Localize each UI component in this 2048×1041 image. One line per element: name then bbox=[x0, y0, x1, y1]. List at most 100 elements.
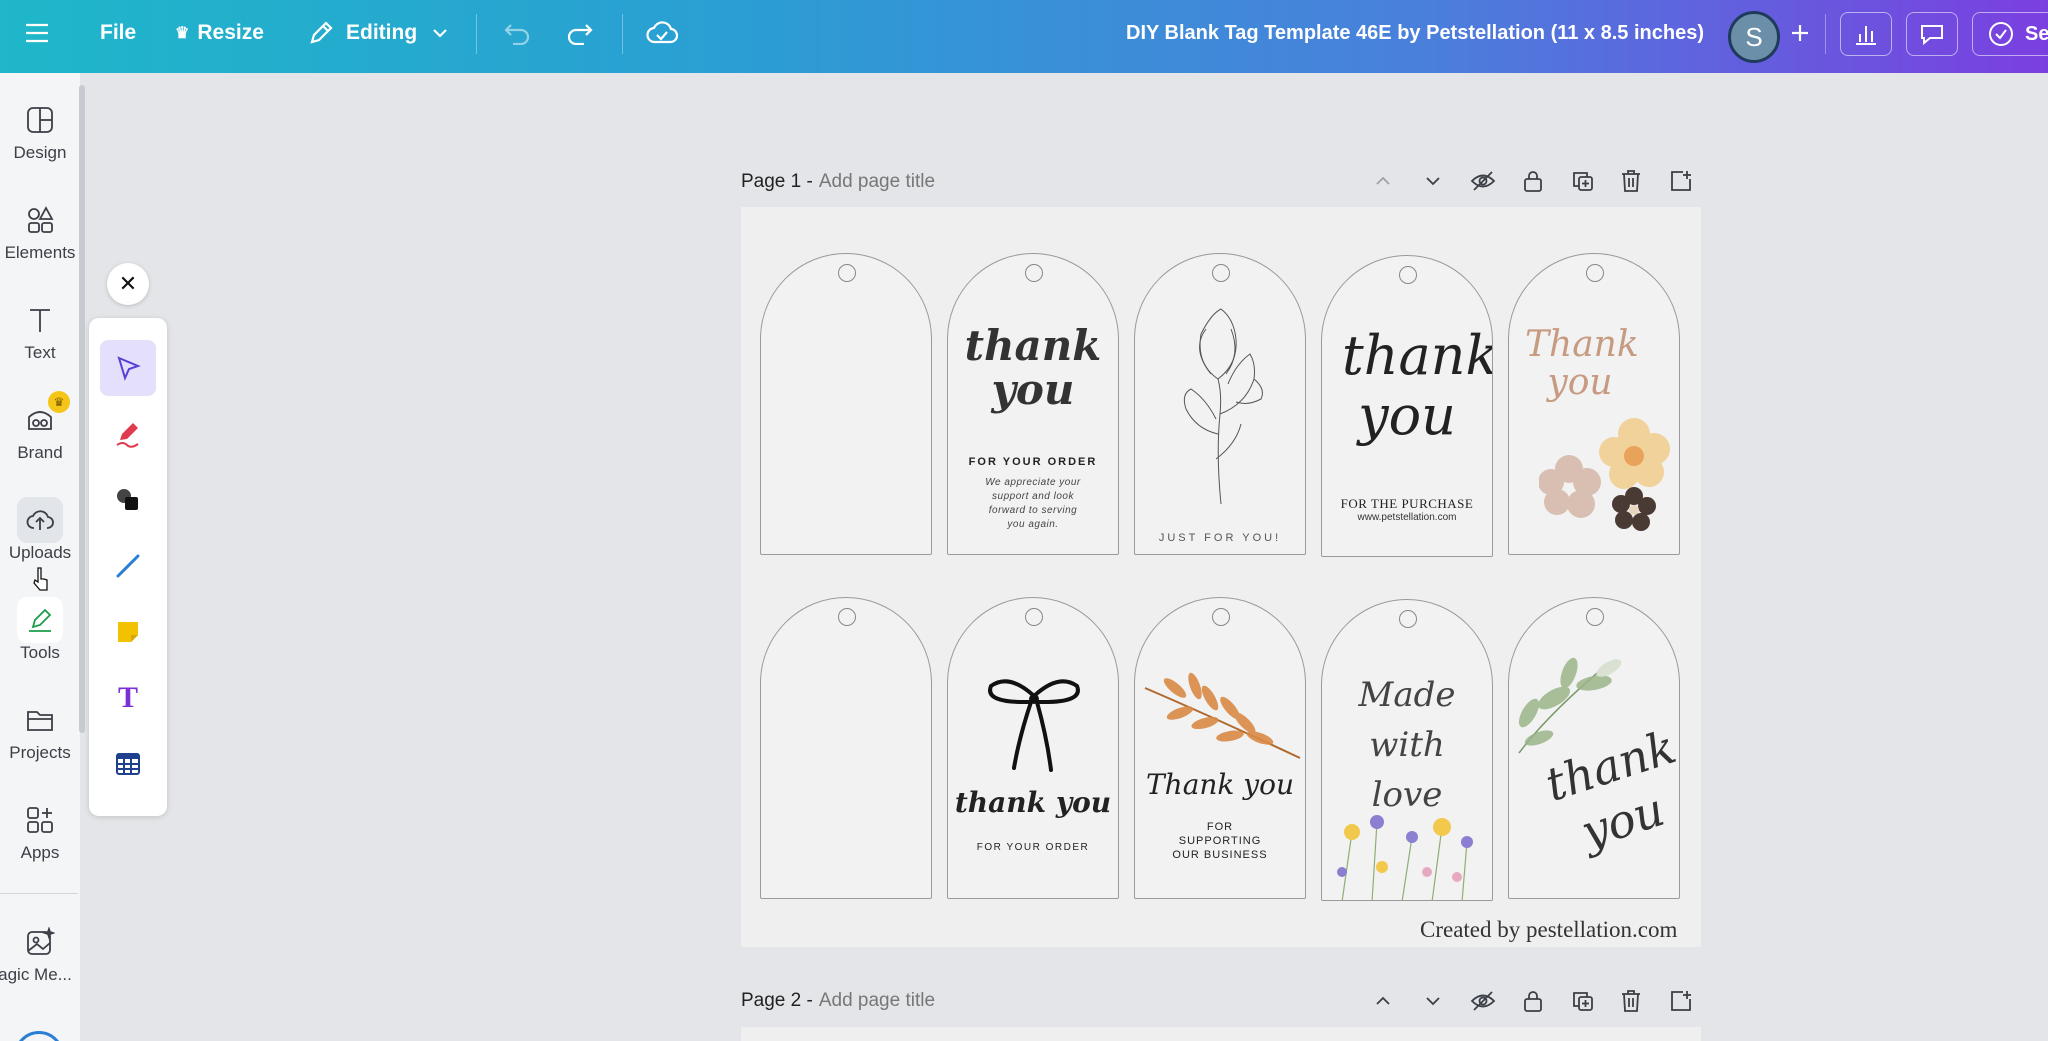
tag-hole bbox=[1399, 610, 1417, 628]
move-page-up-button[interactable] bbox=[1368, 986, 1398, 1016]
tag-subtitle: FOR THE PURCHASE bbox=[1340, 496, 1474, 511]
sidebar-bottom-circle[interactable] bbox=[14, 1031, 64, 1041]
tag-title: thank you bbox=[964, 321, 1102, 414]
tag-bow-thank-you[interactable]: thank you FOR YOUR ORDER bbox=[947, 597, 1119, 899]
tag-just-for-you[interactable]: JUST FOR YOU! bbox=[1134, 253, 1306, 555]
move-page-down-button[interactable] bbox=[1418, 986, 1448, 1016]
add-page-icon bbox=[1671, 171, 1691, 191]
sidebar-item-uploads[interactable]: Uploads bbox=[0, 473, 80, 563]
delete-page-button[interactable] bbox=[1616, 166, 1646, 196]
resize-label: Resize bbox=[197, 21, 264, 44]
select-tool-button[interactable] bbox=[100, 340, 156, 396]
sidebar-item-label: Elements bbox=[4, 243, 76, 262]
divider bbox=[622, 14, 623, 54]
page-title-input[interactable]: Add page title bbox=[819, 171, 935, 193]
uploads-icon bbox=[26, 510, 54, 530]
chevron-down-icon bbox=[433, 29, 447, 38]
tag-greenery-thank-you[interactable]: thank you bbox=[1508, 597, 1680, 899]
duplicate-page-button[interactable] bbox=[1568, 986, 1598, 1016]
tag-thank-you-order[interactable]: thank you FOR YOUR ORDER We appreciate y… bbox=[947, 253, 1119, 555]
redo-button[interactable] bbox=[566, 0, 594, 66]
close-tools-button[interactable]: ✕ bbox=[107, 263, 149, 305]
pen-tool-button[interactable] bbox=[100, 406, 156, 462]
duplicate-page-button[interactable] bbox=[1568, 166, 1598, 196]
text-t-icon: T bbox=[117, 681, 138, 714]
sidebar-item-label: Apps bbox=[20, 843, 60, 862]
lock-page-button[interactable] bbox=[1518, 166, 1548, 196]
undo-button[interactable] bbox=[503, 0, 531, 66]
tag-blank-1[interactable] bbox=[760, 253, 932, 555]
mouse-cursor-icon bbox=[33, 567, 48, 591]
lock-icon bbox=[1524, 171, 1542, 192]
eye-slash-icon bbox=[1470, 171, 1496, 191]
page-1-canvas[interactable]: thank you FOR YOUR ORDER We appreciate y… bbox=[741, 207, 1701, 947]
hamburger-icon bbox=[26, 23, 48, 43]
shapes-tool-button[interactable] bbox=[100, 472, 156, 528]
hide-page-button[interactable] bbox=[1468, 986, 1498, 1016]
sidebar-item-label: Text bbox=[24, 343, 56, 362]
sidebar-item-design[interactable]: Design bbox=[0, 73, 80, 163]
tag-hole bbox=[838, 264, 856, 282]
sidebar-item-apps[interactable]: Apps bbox=[0, 773, 80, 863]
sidebar-item-label: Brand bbox=[17, 443, 63, 462]
sidebar-scrollbar[interactable] bbox=[79, 85, 85, 733]
insights-button[interactable] bbox=[1840, 12, 1892, 56]
tools-icon bbox=[29, 608, 52, 632]
chevron-down-icon bbox=[1426, 177, 1440, 186]
sidebar-item-magic-media[interactable]: agic Me... bbox=[0, 895, 80, 985]
eye-slash-icon bbox=[1470, 991, 1496, 1011]
draw-tools-panel: T bbox=[89, 318, 167, 816]
autumn-leaves-illustration bbox=[1144, 672, 1301, 759]
redo-icon bbox=[567, 24, 593, 45]
sticky-note-tool-button[interactable] bbox=[100, 604, 156, 660]
tag-hole bbox=[1212, 608, 1230, 626]
resize-button[interactable]: ♛ Resize bbox=[175, 0, 264, 66]
table-tool-button[interactable] bbox=[100, 736, 156, 792]
line-tool-button[interactable] bbox=[100, 538, 156, 594]
share-button[interactable]: Se bbox=[1972, 12, 2048, 56]
page-2-canvas[interactable] bbox=[741, 1027, 1701, 1041]
file-menu-button[interactable]: File bbox=[100, 0, 136, 66]
editing-mode-button[interactable]: Editing bbox=[308, 0, 449, 66]
bar-chart-icon bbox=[1856, 26, 1876, 45]
sidebar-item-projects[interactable]: Projects bbox=[0, 673, 80, 763]
menu-button[interactable] bbox=[24, 0, 50, 66]
text-tool-button[interactable]: T bbox=[100, 670, 156, 726]
sidebar-item-brand[interactable]: ♛ Brand bbox=[0, 373, 80, 463]
crown-badge-icon: ♛ bbox=[48, 391, 70, 413]
lock-icon bbox=[1524, 991, 1542, 1012]
tag-blank-2[interactable] bbox=[760, 597, 932, 899]
add-collaborator-button[interactable] bbox=[1789, 0, 1811, 66]
delete-page-button[interactable] bbox=[1616, 986, 1646, 1016]
tag-hole bbox=[1025, 608, 1043, 626]
hide-page-button[interactable] bbox=[1468, 166, 1498, 196]
tag-subtitle: FOR YOUR ORDER bbox=[968, 456, 1098, 468]
avatar[interactable]: S bbox=[1728, 11, 1780, 63]
add-page-button[interactable] bbox=[1666, 166, 1696, 196]
tag-made-with-love[interactable]: Made with love bbox=[1321, 599, 1493, 901]
move-page-down-button[interactable] bbox=[1418, 166, 1448, 196]
sidebar-item-text[interactable]: Text bbox=[0, 273, 80, 363]
comments-button[interactable] bbox=[1906, 12, 1958, 56]
lock-page-button[interactable] bbox=[1518, 986, 1548, 1016]
page-label: Page 2 - bbox=[741, 990, 813, 1011]
check-circle-icon bbox=[1989, 22, 2013, 46]
tag-title: Thank you bbox=[1145, 768, 1294, 801]
line-icon bbox=[116, 554, 140, 578]
magic-media-icon bbox=[27, 927, 55, 955]
cloud-save-status[interactable] bbox=[646, 0, 678, 66]
tag-floral-thank-you[interactable]: Thank you bbox=[1508, 253, 1680, 555]
pencil-icon bbox=[310, 21, 333, 44]
page-title-input[interactable]: Add page title bbox=[819, 990, 935, 1012]
add-page-button[interactable] bbox=[1666, 986, 1696, 1016]
page-label: Page 1 - bbox=[741, 171, 813, 192]
trash-icon bbox=[1622, 170, 1640, 192]
bow-illustration bbox=[988, 679, 1080, 772]
sidebar-item-elements[interactable]: Elements bbox=[0, 173, 80, 263]
move-page-up-button[interactable] bbox=[1368, 166, 1398, 196]
tag-title: Thank you bbox=[1525, 324, 1639, 403]
tag-leaf-thank-you[interactable]: Thank you FOR SUPPORTING OUR BUSINESS bbox=[1134, 597, 1306, 899]
document-title[interactable]: DIY Blank Tag Template 46E by Petstellat… bbox=[1126, 0, 1704, 66]
undo-icon bbox=[504, 24, 530, 45]
tag-thank-you-purchase[interactable]: thank you FOR THE PURCHASE www.petstella… bbox=[1321, 255, 1493, 557]
